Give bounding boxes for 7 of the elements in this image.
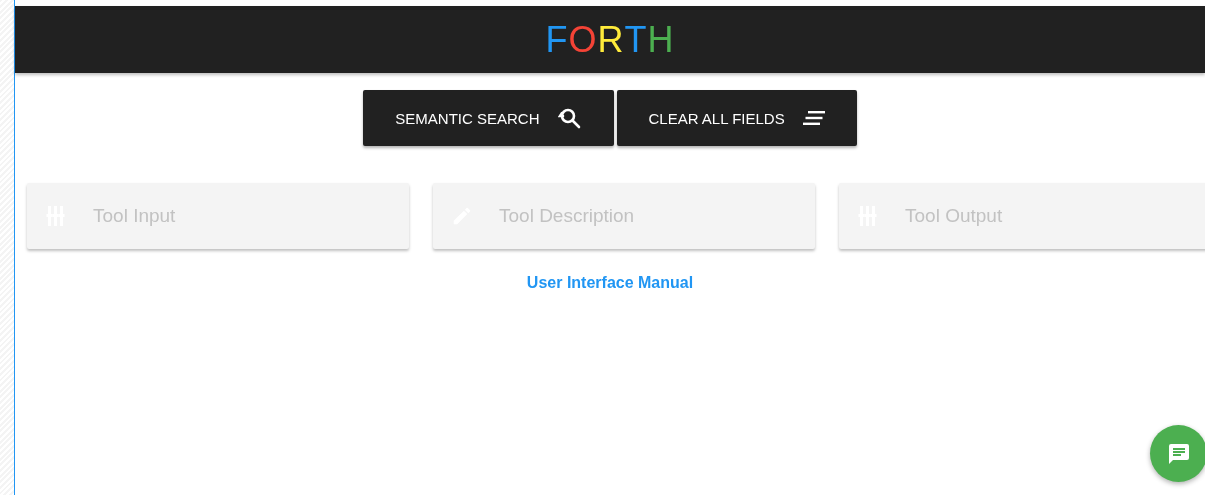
- chat-icon: [1166, 441, 1191, 466]
- search-icon: [557, 106, 582, 130]
- search-button[interactable]: SEMANTIC SEARCH: [363, 90, 614, 146]
- logo: FORTH: [545, 18, 675, 61]
- lines-icon: [802, 110, 825, 126]
- chat-button[interactable]: [1150, 425, 1205, 482]
- clear-button[interactable]: CLEAR ALL FIELDS: [616, 90, 857, 146]
